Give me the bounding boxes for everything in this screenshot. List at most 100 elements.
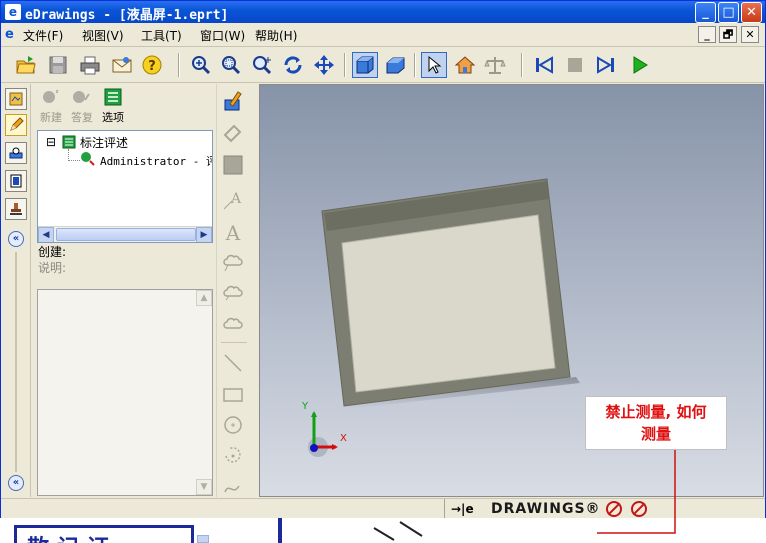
- tree-root-label[interactable]: 标注评述: [80, 134, 128, 151]
- menu-view[interactable]: 视图(V): [82, 27, 124, 44]
- markup-tree: ⊟ 标注评述 Administrator - 评 ◀ ▶: [37, 130, 213, 243]
- select-arrow-icon[interactable]: [421, 52, 447, 78]
- svg-text:A: A: [230, 191, 242, 207]
- svg-text:A: A: [225, 221, 241, 243]
- tree-child-node-icon: [80, 151, 96, 170]
- scroll-down-icon[interactable]: ▼: [196, 479, 212, 495]
- zoom-area-icon[interactable]: [218, 52, 244, 78]
- markup-panel: 新建 答复 选项 ⊟ 标注评述 Administrator - 评 ◀ ▶ 创建…: [32, 84, 215, 497]
- document-icon[interactable]: e: [5, 27, 21, 43]
- left-rail: « «: [1, 84, 31, 497]
- measure-tab-icon[interactable]: [5, 142, 27, 164]
- zoom-icon[interactable]: [249, 52, 275, 78]
- tree-connector: [68, 160, 80, 161]
- background-document: 散记证: [14, 525, 194, 543]
- print-icon[interactable]: [77, 52, 103, 78]
- scroll-left-icon[interactable]: ◀: [38, 227, 54, 242]
- options-label: 选项: [102, 111, 124, 124]
- components-tab-icon[interactable]: [5, 88, 27, 110]
- first-frame-icon[interactable]: [531, 52, 557, 78]
- axis-triad: Y X: [300, 401, 354, 459]
- reply-markup-label: 答复: [71, 111, 93, 124]
- scroll-thumb[interactable]: [56, 228, 196, 241]
- toolbar-separator: [521, 53, 523, 77]
- tree-horizontal-scrollbar[interactable]: ◀ ▶: [38, 226, 212, 242]
- close-button[interactable]: ✕: [741, 2, 762, 23]
- shaded-cube-icon[interactable]: [352, 52, 378, 78]
- cloud-icon[interactable]: [220, 310, 246, 336]
- maximize-button[interactable]: □: [718, 2, 739, 23]
- save-icon[interactable]: [45, 52, 71, 78]
- description-textbox[interactable]: ▲ ▼: [37, 289, 213, 496]
- new-markup-button[interactable]: 新建: [36, 88, 66, 125]
- mail-icon[interactable]: [109, 52, 135, 78]
- menu-tools[interactable]: 工具(T): [141, 27, 182, 44]
- doc-minimize-button[interactable]: _: [698, 26, 716, 43]
- created-label: 创建:: [38, 245, 67, 259]
- arc-icon[interactable]: [220, 442, 246, 468]
- tree-child-label[interactable]: Administrator - 评: [100, 153, 212, 169]
- rotate-icon[interactable]: [280, 52, 306, 78]
- menu-file[interactable]: 文件(F): [23, 27, 63, 44]
- stamp-tab-icon[interactable]: [5, 198, 27, 220]
- main-toolbar: ?: [1, 47, 765, 83]
- scroll-up-icon[interactable]: ▲: [196, 290, 212, 306]
- lcd-screen: [341, 214, 556, 393]
- markup-pencil-tab-icon[interactable]: [5, 114, 27, 136]
- markup-edit-icon[interactable]: [220, 88, 246, 114]
- doc-restore-button[interactable]: 🗗: [719, 26, 737, 43]
- zoom-fit-icon[interactable]: [188, 52, 214, 78]
- text-icon[interactable]: A: [220, 219, 246, 245]
- background-scrollbar: [197, 535, 209, 543]
- minimize-button[interactable]: _: [695, 2, 716, 23]
- textbox-vertical-scrollbar[interactable]: ▲ ▼: [196, 290, 212, 495]
- open-icon[interactable]: [13, 52, 39, 78]
- title-bar[interactable]: e eDrawings - [液晶屏-1.eprt] _ □ ✕: [1, 1, 765, 23]
- menu-window[interactable]: 窗口(W): [200, 27, 245, 44]
- circle-icon[interactable]: [220, 412, 246, 438]
- play-icon[interactable]: [627, 52, 653, 78]
- pan-icon[interactable]: [311, 52, 337, 78]
- measure-scale-icon[interactable]: [482, 52, 508, 78]
- doc-close-button[interactable]: ✕: [741, 26, 759, 43]
- cloud-text-icon[interactable]: [220, 280, 246, 306]
- sheets-tab-icon[interactable]: [5, 170, 27, 192]
- reply-markup-button[interactable]: 答复: [67, 88, 97, 125]
- edrawings-mark-icon: →|e: [451, 502, 474, 516]
- stop-icon[interactable]: [562, 52, 588, 78]
- scroll-right-icon[interactable]: ▶: [196, 227, 212, 242]
- rail-divider: [15, 252, 17, 472]
- tools-divider: [221, 342, 247, 343]
- tree-root-toggle-icon[interactable]: ⊟: [46, 135, 56, 149]
- annotation-callout: 禁止测量, 如何 测量: [585, 396, 727, 450]
- collapse-panel-bottom-icon[interactable]: «: [8, 475, 24, 491]
- leader-text-icon[interactable]: A: [220, 187, 246, 213]
- background-document-text: 散记证: [27, 530, 117, 543]
- perspective-icon[interactable]: [382, 52, 408, 78]
- svg-text:?: ?: [148, 59, 156, 74]
- tree-root-node-icon: [62, 135, 76, 152]
- line-icon[interactable]: [220, 350, 246, 376]
- cloud-leader-icon[interactable]: [220, 249, 246, 275]
- eraser-icon[interactable]: [220, 119, 246, 145]
- annotation-line-1: 禁止测量, 如何: [605, 403, 707, 421]
- edrawings-logo-icon: e: [5, 4, 21, 20]
- help-icon[interactable]: ?: [139, 52, 165, 78]
- spline-icon[interactable]: [220, 470, 246, 496]
- collapse-panel-top-icon[interactable]: «: [8, 231, 24, 247]
- rectangle-icon[interactable]: [220, 382, 246, 408]
- background-divider: [278, 518, 282, 543]
- options-icon: [104, 88, 122, 106]
- toolbar-separator: [414, 53, 416, 77]
- window-title: eDrawings - [液晶屏-1.eprt]: [25, 8, 229, 23]
- options-button[interactable]: 选项: [98, 88, 128, 125]
- reply-markup-icon: [73, 91, 90, 103]
- home-icon[interactable]: [452, 52, 478, 78]
- new-markup-icon: [43, 89, 59, 103]
- color-swatch-icon[interactable]: [220, 152, 246, 178]
- description-label: 说明:: [38, 261, 67, 275]
- annotation-line-2: 测量: [640, 425, 671, 443]
- menu-help[interactable]: 帮助(H): [255, 27, 297, 44]
- next-frame-icon[interactable]: [593, 52, 619, 78]
- brand-logo: DRAWINGS®: [491, 501, 601, 517]
